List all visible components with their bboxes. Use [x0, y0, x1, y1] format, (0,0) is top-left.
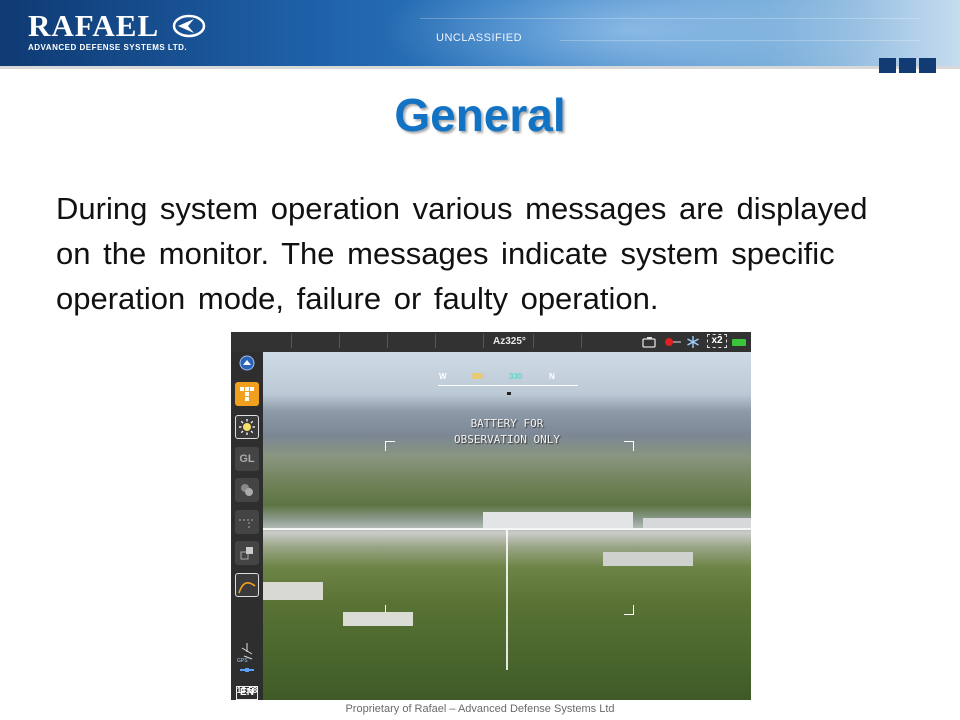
heading-tick [339, 334, 340, 348]
gps-label: GPS [237, 658, 248, 664]
camera-icon[interactable] [642, 336, 658, 348]
building [343, 612, 413, 626]
crosshair-icon [239, 519, 255, 530]
compass-scale [438, 385, 578, 386]
slide-title: General [394, 89, 566, 141]
header-decor-line [560, 40, 920, 41]
slide-body-text: During system operation various messages… [56, 191, 868, 316]
reticle-corner [385, 441, 395, 451]
grid-mode-button[interactable] [235, 382, 259, 406]
heading-tick [483, 334, 484, 348]
building [483, 512, 633, 528]
decor-square [879, 58, 896, 73]
header-squares [879, 58, 936, 73]
azimuth-readout: Az325° [493, 336, 526, 347]
ballistic-button[interactable] [235, 573, 259, 597]
status-message-line-1: BATTERY FOR [470, 417, 544, 430]
decor-square [919, 58, 936, 73]
gps-satellite-icon [240, 668, 254, 672]
logo-name: RAFAEL [28, 8, 160, 43]
ballistic-curve-icon [238, 581, 256, 594]
status-message-line-2: OBSERVATION ONLY [454, 433, 560, 446]
color-icon [241, 484, 253, 496]
compass-label-n: N [549, 372, 555, 381]
slide-header: RAFAEL ADVANCED DEFENSE SYSTEMS LTD. UNC… [0, 0, 960, 66]
reticle-corner [624, 605, 634, 615]
reticle-corner [624, 441, 634, 451]
rafael-logo: RAFAEL ADVANCED DEFENSE SYSTEMS LTD. [28, 8, 188, 52]
decor-square [899, 58, 916, 73]
record-icon[interactable] [664, 336, 682, 348]
building [263, 582, 323, 600]
header-divider [0, 66, 960, 69]
zoom-indicator[interactable]: x2 [707, 334, 727, 348]
compass-label-330: 330 [509, 372, 523, 381]
grid-mode-icon [240, 387, 254, 401]
heading-marker [507, 392, 511, 395]
crosshair-vertical [506, 530, 508, 670]
heading-tick [387, 334, 388, 348]
header-decor-line [420, 18, 920, 19]
window-button[interactable] [235, 541, 259, 565]
brightness-button[interactable] [235, 415, 259, 439]
classification-label: UNCLASSIFIED [436, 32, 523, 44]
building [643, 518, 751, 528]
compass-label-w: W [439, 372, 447, 381]
heading-tick [581, 334, 582, 348]
building [603, 552, 693, 566]
logo-subtitle: ADVANCED DEFENSE SYSTEMS LTD. [28, 43, 188, 52]
snowflake-icon[interactable] [686, 335, 700, 349]
device-top-bar: Az325° x2 [231, 332, 751, 353]
window-icon [240, 547, 253, 560]
brightness-icon [239, 419, 255, 435]
color-button[interactable] [235, 478, 259, 502]
camera-feed: W 300 330 N BATTERY FOR OBSERVATION ONLY [263, 352, 751, 700]
compass-label-300: 300 [471, 372, 485, 381]
menu-up-icon[interactable] [239, 355, 255, 371]
heading-tick [435, 334, 436, 348]
device-screenshot: Az325° x2 GL GPS EN 13:58 W 300 330 N BA… [231, 332, 751, 700]
rafael-emblem-icon [172, 14, 206, 38]
heading-tick [291, 334, 292, 348]
heading-tick [533, 334, 534, 348]
device-sidebar: GL GPS EN [231, 352, 264, 700]
battery-icon [732, 339, 746, 346]
gl-button[interactable]: GL [235, 447, 259, 471]
crosshair-button[interactable] [235, 510, 259, 534]
slide-footer: Proprietary of Rafael – Advanced Defense… [345, 703, 615, 715]
clock-readout: 13:58 [236, 686, 258, 695]
